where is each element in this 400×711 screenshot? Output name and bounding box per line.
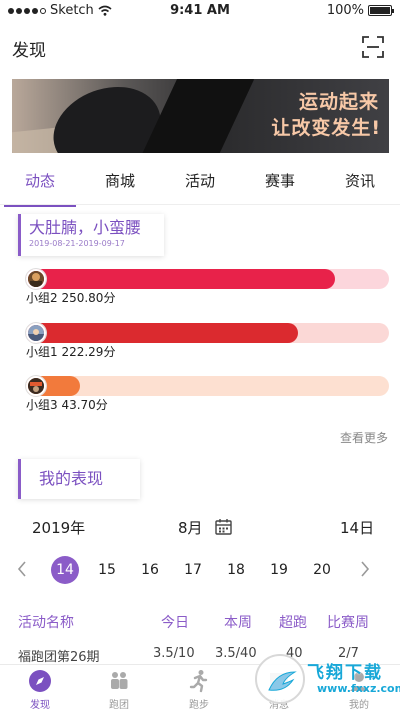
status-bar: Sketch 9:41 AM 100% xyxy=(0,0,400,22)
performance-card: 我的表现 xyxy=(18,459,140,499)
watermark: 飞翔下载 www.fxxz.com xyxy=(255,652,400,711)
table-cell: 3.5/40 xyxy=(215,646,257,661)
group-icon xyxy=(111,672,128,689)
banner-line2: 让改变发生! xyxy=(271,117,381,139)
team-avatar xyxy=(26,269,46,289)
team-avatar xyxy=(26,323,46,343)
watermark-logo xyxy=(255,654,305,704)
team-avatar xyxy=(26,376,46,396)
ranking-label: 小组2 250.80分 xyxy=(26,291,116,305)
selected-day-label: 14日 xyxy=(340,519,375,537)
day-item[interactable]: 17 xyxy=(179,556,207,584)
month-label[interactable]: 8月 xyxy=(178,517,203,538)
table-header: 比赛周 xyxy=(327,615,369,631)
tab-activities[interactable]: 活动 xyxy=(160,166,240,202)
nav-label: 跑步 xyxy=(189,700,209,711)
header: 发现 xyxy=(0,30,400,64)
nav-label: 跑团 xyxy=(109,700,129,711)
week-strip: 14 15 16 17 18 19 20 xyxy=(0,556,400,584)
year-label[interactable]: 2019年 xyxy=(32,517,85,538)
performance-title: 我的表现 xyxy=(39,469,104,488)
tab-news[interactable]: 资讯 xyxy=(320,166,400,202)
page-title: 发现 xyxy=(12,41,46,61)
view-more-link[interactable]: 查看更多 xyxy=(340,429,388,446)
table-header: 活动名称 xyxy=(18,615,74,631)
battery-percent: 100% xyxy=(326,3,364,18)
promo-banner[interactable]: 运动起来 让改变发生! xyxy=(12,79,389,153)
runner-icon xyxy=(189,670,208,693)
table-cell: 福跑团第26期 xyxy=(18,650,100,665)
day-item[interactable]: 19 xyxy=(265,556,293,584)
nav-item-group[interactable]: 跑团 xyxy=(89,669,149,711)
date-selector: 2019年 8月 14日 xyxy=(0,517,400,539)
ranking-progress-bar xyxy=(26,323,299,343)
nav-item-run[interactable]: 跑步 xyxy=(169,669,229,711)
watermark-url: www.fxxz.com xyxy=(317,682,400,695)
competition-date: 2019-08-21-2019-09-17 xyxy=(29,239,125,248)
scan-icon[interactable] xyxy=(362,36,384,58)
day-item[interactable]: 16 xyxy=(136,556,164,584)
compass-icon xyxy=(29,670,51,692)
ranking-row[interactable]: 小组1 222.29分 xyxy=(26,323,389,363)
table-header: 本周 xyxy=(224,615,252,631)
battery-icon xyxy=(368,5,394,16)
table-cell: 3.5/10 xyxy=(153,646,195,661)
nav-item-discover[interactable]: 发现 xyxy=(10,669,70,711)
chevron-right-icon[interactable] xyxy=(357,559,373,579)
tab-events[interactable]: 赛事 xyxy=(240,166,320,202)
ranking-label: 小组3 43.70分 xyxy=(26,398,108,412)
banner-text: 运动起来 让改变发生! xyxy=(271,89,381,141)
table-header: 超跑 xyxy=(279,615,307,631)
day-item[interactable]: 15 xyxy=(93,556,121,584)
ranking-row[interactable]: 小组3 43.70分 xyxy=(26,376,389,416)
discover-screen: Sketch 9:41 AM 100% 发现 运动起来 让改变发生! 动态 商城… xyxy=(0,0,400,711)
ranking-track xyxy=(26,376,389,396)
ranking-progress-bar xyxy=(26,269,335,289)
tab-mall[interactable]: 商城 xyxy=(80,166,160,202)
nav-label: 发现 xyxy=(30,700,50,711)
status-right: 100% xyxy=(326,3,394,18)
tab-dynamics[interactable]: 动态 xyxy=(0,166,80,207)
competition-card[interactable]: 大肚腩，小蛮腰 2019-08-21-2019-09-17 xyxy=(18,214,164,256)
competition-title: 大肚腩，小蛮腰 xyxy=(29,218,142,237)
day-item[interactable]: 14 xyxy=(51,556,79,584)
day-item[interactable]: 20 xyxy=(308,556,336,584)
tabs-divider xyxy=(0,204,400,205)
calendar-icon[interactable] xyxy=(215,518,232,535)
banner-line1: 运动起来 xyxy=(298,91,379,113)
wing-icon xyxy=(268,671,297,691)
watermark-text: 飞翔下载 xyxy=(307,663,383,683)
category-tabs: 动态 商城 活动 赛事 资讯 xyxy=(0,166,400,207)
ranking-label: 小组1 222.29分 xyxy=(26,345,116,359)
day-item[interactable]: 18 xyxy=(222,556,250,584)
ranking-row[interactable]: 小组2 250.80分 xyxy=(26,269,389,309)
table-header: 今日 xyxy=(161,615,189,631)
chevron-left-icon[interactable] xyxy=(14,559,30,579)
